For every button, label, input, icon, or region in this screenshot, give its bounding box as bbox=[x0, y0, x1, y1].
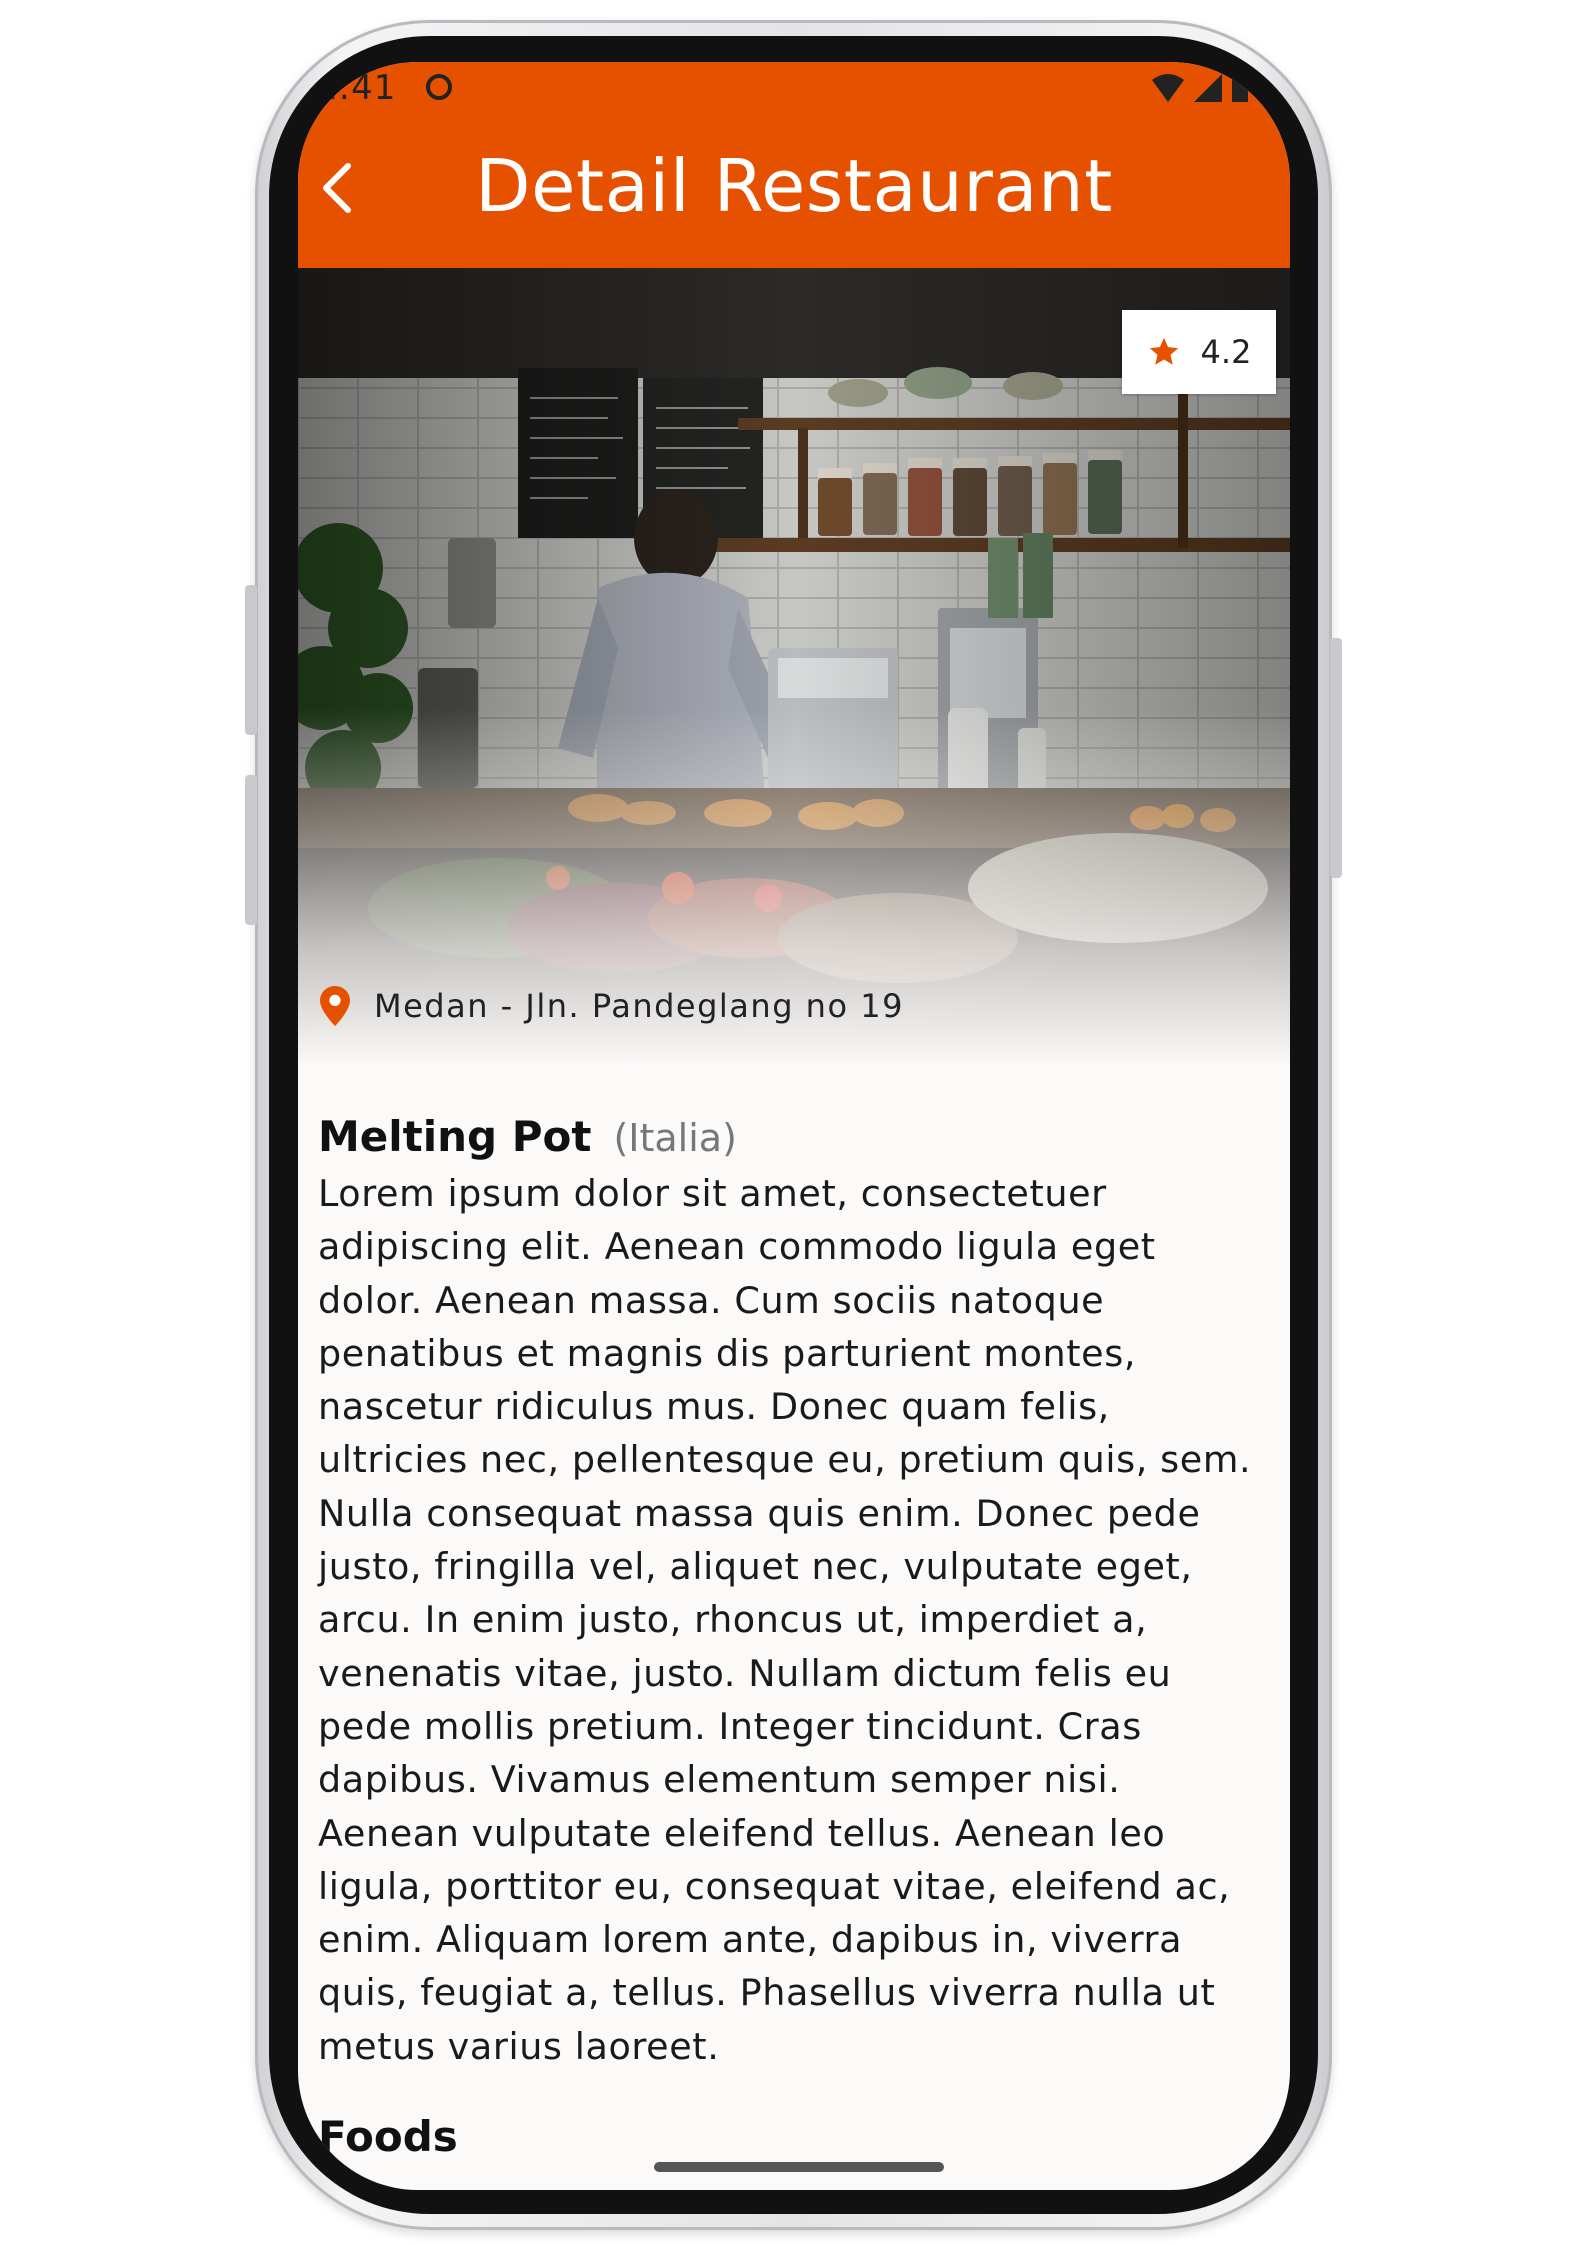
notification-icon bbox=[426, 74, 452, 100]
status-time: 2:41 bbox=[316, 68, 397, 108]
restaurant-image: 4.2 Medan - Jln. Pandeglang no 19 bbox=[298, 268, 1290, 1068]
restaurant-city: (Italia) bbox=[613, 1116, 737, 1160]
location-row: Medan - Jln. Pandeglang no 19 bbox=[320, 986, 904, 1026]
wifi-icon bbox=[1152, 74, 1184, 102]
name-row: Melting Pot (Italia) bbox=[318, 1112, 1258, 1161]
location-text: Medan - Jln. Pandeglang no 19 bbox=[374, 987, 904, 1025]
restaurant-description: Lorem ipsum dolor sit amet, consectetuer… bbox=[318, 1172, 1252, 2068]
star-icon bbox=[1149, 337, 1178, 365]
volume-down-button bbox=[245, 775, 257, 925]
foods-section-title: Foods bbox=[318, 2112, 458, 2161]
rating-value: 4.2 bbox=[1200, 333, 1252, 371]
volume-up-button bbox=[245, 585, 257, 735]
restaurant-name: Melting Pot bbox=[318, 1112, 592, 1161]
status-icons bbox=[1150, 72, 1250, 104]
screen: 2:41 Detail Restaurant 4.2 Medan - Jln. … bbox=[298, 62, 1290, 2190]
app-bar: 2:41 Detail Restaurant bbox=[298, 62, 1290, 268]
signal-icon bbox=[1194, 74, 1222, 102]
restaurant-details: Melting Pot (Italia) Lorem ipsum dolor s… bbox=[318, 1112, 1258, 2073]
battery-icon bbox=[1232, 72, 1248, 102]
location-pin-icon bbox=[320, 986, 350, 1026]
home-indicator[interactable] bbox=[654, 2162, 944, 2172]
power-button bbox=[1330, 638, 1342, 878]
page-title: Detail Restaurant bbox=[475, 144, 1113, 228]
rating-badge: 4.2 bbox=[1122, 310, 1276, 394]
